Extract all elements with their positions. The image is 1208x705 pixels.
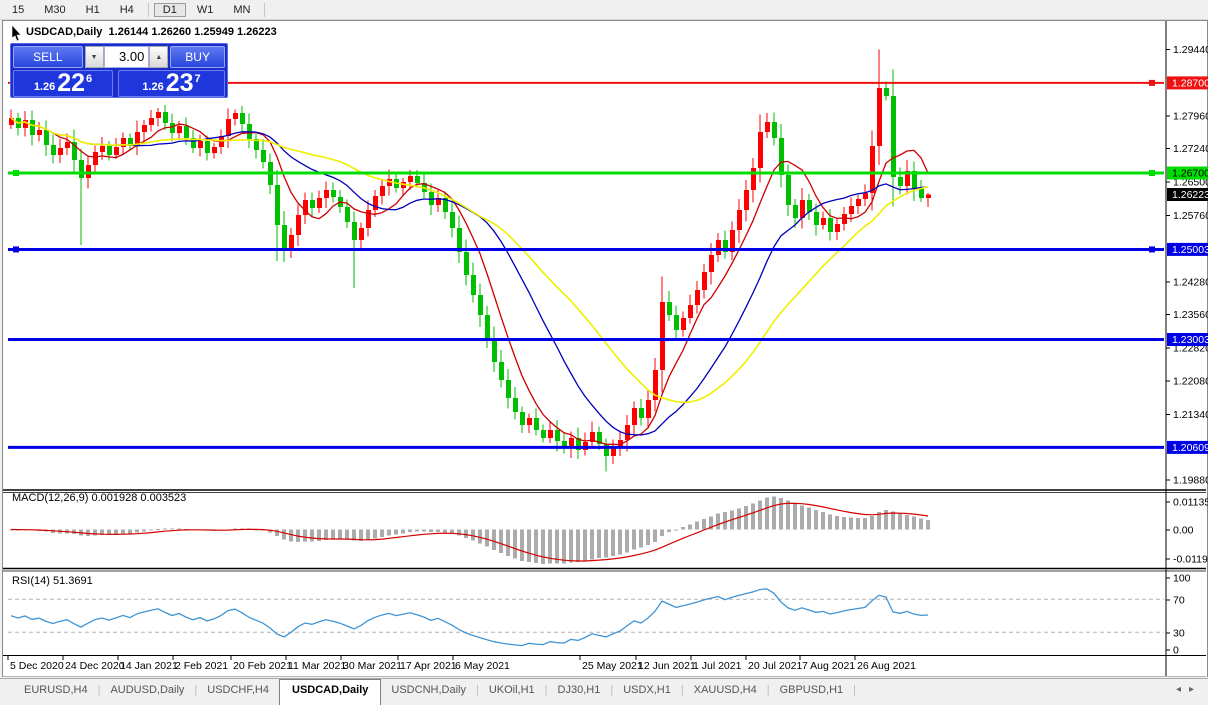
svg-text:1.27240: 1.27240 [1173,143,1208,155]
sell-button[interactable]: SELL [13,46,83,68]
chart-title: USDCAD,Daily 1.26144 1.26260 1.25949 1.2… [26,26,277,38]
svg-text:20 Feb 2021: 20 Feb 2021 [233,660,292,672]
chart-tab-usdchf[interactable]: USDCHF,H4 [197,679,279,705]
chart-canvas[interactable]: 1.294401.279601.272401.265001.257601.242… [0,0,1208,705]
svg-text:1.26700: 1.26700 [1172,168,1208,180]
svg-text:1.26223: 1.26223 [1172,189,1208,201]
tab-separator: | [853,679,856,696]
sell-price-pips: 22 [57,71,85,96]
chart-tab-dj30[interactable]: DJ30,H1 [548,679,611,705]
buy-button[interactable]: BUY [170,46,225,68]
svg-text:70: 70 [1173,595,1185,607]
chart-tab-usdcnh[interactable]: USDCNH,Daily [381,679,476,705]
buy-price-pips: 23 [166,71,194,96]
svg-text:1.27960: 1.27960 [1173,111,1208,123]
svg-text:20 Jul 2021: 20 Jul 2021 [748,660,802,672]
svg-text:6 May 2021: 6 May 2021 [455,660,510,672]
svg-text:26 Aug 2021: 26 Aug 2021 [857,660,916,672]
chart-tab-ukoil[interactable]: UKOil,H1 [479,679,545,705]
svg-text:25 May 2021: 25 May 2021 [582,660,643,672]
chart-tab-gbpusd[interactable]: GBPUSD,H1 [770,679,854,705]
chart-symbol-period: USDCAD,Daily [26,26,102,38]
volume-decrease-button[interactable]: ▼ [85,46,104,68]
svg-text:0: 0 [1173,645,1179,657]
svg-text:30 Mar 2021: 30 Mar 2021 [343,660,402,672]
macd-label: MACD(12,26,9) 0.001928 0.003523 [12,492,186,504]
svg-text:0.01135: 0.01135 [1173,497,1208,509]
svg-text:1.25760: 1.25760 [1173,210,1208,222]
svg-text:1.23003: 1.23003 [1172,334,1208,346]
svg-text:1.19880: 1.19880 [1173,475,1208,487]
svg-text:1.22080: 1.22080 [1173,376,1208,388]
svg-text:1 Jul 2021: 1 Jul 2021 [693,660,742,672]
svg-text:1.28700: 1.28700 [1172,77,1208,89]
svg-text:-0.01190: -0.01190 [1173,554,1208,566]
chart-tab-xauusd[interactable]: XAUUSD,H4 [684,679,767,705]
mouse-cursor-icon [11,25,25,41]
svg-text:14 Jan 2021: 14 Jan 2021 [120,660,178,672]
buy-price-box[interactable]: 1.26 23 7 [118,70,225,97]
scroll-right-icon[interactable]: ▸ [1189,684,1202,695]
sell-price-box[interactable]: 1.26 22 6 [13,70,113,97]
svg-text:7 Aug 2021: 7 Aug 2021 [802,660,855,672]
svg-text:1.25003: 1.25003 [1172,244,1208,256]
svg-text:2 Feb 2021: 2 Feb 2021 [175,660,228,672]
svg-text:1.20609: 1.20609 [1172,442,1208,454]
svg-text:12 Jun 2021: 12 Jun 2021 [638,660,696,672]
mt4-window: 15M30H1H4D1W1MN 1.294401.279601.272401.2… [0,0,1208,705]
svg-text:1.24280: 1.24280 [1173,277,1208,289]
buy-price-prefix: 1.26 [142,81,163,93]
svg-text:1.21340: 1.21340 [1173,409,1208,421]
svg-text:1.29440: 1.29440 [1173,44,1208,56]
svg-text:11 Mar 2021: 11 Mar 2021 [288,660,346,672]
svg-text:0.00: 0.00 [1173,525,1194,537]
triangle-down-icon: ▼ [91,54,98,61]
chart-tab-usdcad[interactable]: USDCAD,Daily [279,679,381,705]
chart-tab-eurusd[interactable]: EURUSD,H4 [14,679,98,705]
volume-increase-button[interactable]: ▲ [149,46,168,68]
chart-tab-usdx[interactable]: USDX,H1 [613,679,681,705]
buy-price-point: 7 [195,73,201,85]
svg-text:17 Apr 2021: 17 Apr 2021 [400,660,457,672]
svg-text:30: 30 [1173,628,1185,640]
triangle-up-icon: ▲ [155,54,162,61]
svg-text:1.23560: 1.23560 [1173,309,1208,321]
sell-price-point: 6 [86,73,92,85]
svg-text:5 Dec 2020: 5 Dec 2020 [10,660,64,672]
chart-tab-bar: EURUSD,H4|AUDUSD,Daily|USDCHF,H4USDCAD,D… [0,678,1208,705]
one-click-trading-panel: SELL ▼ 3.00 ▲ BUY 1.26 22 6 1.26 23 7 [10,43,228,98]
scroll-left-icon[interactable]: ◂ [1176,684,1189,695]
chart-tab-audusd[interactable]: AUDUSD,Daily [100,679,194,705]
svg-text:100: 100 [1173,573,1191,585]
rsi-label: RSI(14) 51.3691 [12,575,93,587]
svg-text:24 Dec 2020: 24 Dec 2020 [65,660,125,672]
volume-input[interactable]: 3.00 [104,46,150,68]
chart-ohlc-values: 1.26144 1.26260 1.25949 1.26223 [109,26,277,38]
tab-scroll-arrows[interactable]: ◂▸ [1176,684,1202,695]
sell-price-prefix: 1.26 [34,81,55,93]
